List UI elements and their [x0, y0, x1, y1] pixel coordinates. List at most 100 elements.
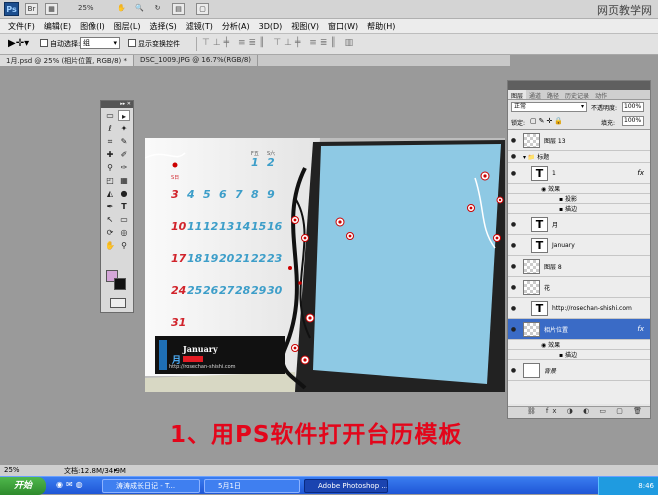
menu-3d[interactable]: 3D(D) — [259, 22, 283, 31]
rotate-view-icon[interactable]: ↻ — [151, 3, 164, 15]
layer-row[interactable]: ● 相片位置 fx — [508, 319, 650, 340]
3d-rotate-icon[interactable]: ⟳ — [104, 227, 116, 238]
tab-history[interactable]: 历史记录 — [562, 90, 592, 100]
document-canvas[interactable]: 1 2 3 4 5 6 7 8 9 10 11 12 13 14 15 16 17 18 19 20 21 22 23 24 2… — [145, 138, 505, 392]
screen-mode-icon[interactable]: ▢ — [196, 3, 209, 15]
eyedropper-icon[interactable]: ✎ — [118, 136, 130, 147]
visibility-eye-icon[interactable]: ● — [508, 170, 519, 177]
layer-row[interactable]: ● 图层 8 — [508, 256, 650, 277]
fx-icon[interactable]: fx — [637, 325, 644, 333]
menu-edit[interactable]: 编辑(E) — [44, 21, 71, 32]
brush-tool-icon[interactable]: ✐ — [118, 149, 130, 160]
show-transform-checkbox[interactable] — [128, 39, 136, 47]
lasso-tool-icon[interactable]: ℓ — [104, 123, 116, 134]
quick-mask-icon[interactable] — [110, 298, 126, 308]
calendar-day: 26 — [203, 284, 219, 297]
layer-row[interactable]: ▪ 描边 — [508, 204, 650, 214]
eraser-tool-icon[interactable]: ◰ — [104, 175, 116, 186]
align-buttons[interactable]: ⊤⊥╪ ≡≣║ ⊤⊥╪ ≡≣║ ▥ — [202, 38, 356, 48]
menu-analysis[interactable]: 分析(A) — [222, 21, 250, 32]
zoom-level-select[interactable]: 25% — [78, 4, 94, 12]
path-selection-icon[interactable]: ↖ — [104, 214, 116, 225]
tab-actions[interactable]: 动作 — [592, 90, 610, 100]
dodge-tool-icon[interactable]: ● — [118, 188, 130, 199]
tab-document-1[interactable]: 1月.psd @ 25% (相片位置, RGB/8) * — [0, 55, 134, 66]
menu-filter[interactable]: 滤镜(T) — [186, 21, 213, 32]
lock-icons[interactable]: ▢✎✛🔒 — [530, 117, 565, 125]
visibility-eye-icon[interactable]: ● — [508, 242, 519, 249]
layer-row[interactable]: ● T January — [508, 235, 650, 256]
blur-tool-icon[interactable]: ◭ — [104, 188, 116, 199]
healing-brush-icon[interactable]: ✚ — [104, 149, 116, 160]
menu-layer[interactable]: 图层(L) — [114, 21, 141, 32]
hand-tool-icon[interactable]: ✋ — [115, 3, 128, 15]
zoom-tool-icon[interactable]: 🔍 — [133, 3, 146, 15]
taskbar-item-blog[interactable]: 涛涛成长日记 - T... — [102, 479, 200, 493]
clone-stamp-icon[interactable]: ⚲ — [104, 162, 116, 173]
tools-panel-header[interactable]: ▸▸ ✕ — [101, 101, 133, 108]
tab-layers[interactable]: 图层 — [508, 90, 527, 100]
tab-channels[interactable]: 通道 — [526, 90, 544, 100]
fill-input[interactable]: 100% — [622, 116, 644, 126]
zoom-icon[interactable]: ⚲ — [118, 240, 130, 251]
history-brush-icon[interactable]: ✑ — [118, 162, 130, 173]
layer-row[interactable]: ● 图层 13 — [508, 130, 650, 151]
visibility-eye-icon[interactable]: ● — [508, 367, 519, 374]
menu-file[interactable]: 文件(F) — [8, 21, 35, 32]
auto-select-dropdown[interactable]: 组 ▾ — [80, 37, 120, 49]
menu-image[interactable]: 图像(I) — [80, 21, 105, 32]
auto-select-checkbox[interactable] — [40, 39, 48, 47]
view-extras-icon[interactable]: ▦ — [45, 3, 58, 15]
tutorial-caption: 1、用PS软件打开台历模板 — [170, 422, 463, 448]
layer-row[interactable]: ● Thttp://rosechan-shishi.com — [508, 298, 650, 319]
type-tool-icon[interactable]: T — [118, 201, 130, 212]
fx-icon[interactable]: fx — [637, 169, 644, 177]
visibility-eye-icon[interactable]: ● — [508, 221, 519, 228]
layer-row[interactable]: ◉ 效果 — [508, 184, 650, 194]
status-arrow-icon[interactable]: ▸ — [114, 466, 118, 474]
visibility-eye-icon[interactable]: ● — [508, 263, 519, 270]
menu-help[interactable]: 帮助(H) — [367, 21, 395, 32]
menu-select[interactable]: 选择(S) — [149, 21, 176, 32]
layer-row[interactable]: ● 花 — [508, 277, 650, 298]
taskbar-item-photoshop[interactable]: Adobe Photoshop ... — [304, 479, 388, 493]
tab-document-2[interactable]: DSC_1009.JPG @ 16.7%(RGB/8) — [134, 55, 259, 66]
hand-icon[interactable]: ✋ — [104, 240, 116, 251]
layers-panel-footer[interactable]: ⛓ fx ◑ ◐ ▭ ▢ 🗑 — [508, 406, 650, 418]
visibility-eye-icon[interactable]: ● — [508, 326, 519, 333]
quick-launch-icons[interactable]: ◉✉◍ — [56, 480, 86, 489]
gradient-tool-icon[interactable]: ▦ — [118, 175, 130, 186]
layers-panel-titlebar[interactable] — [508, 81, 650, 90]
menu-window[interactable]: 窗口(W) — [328, 21, 358, 32]
visibility-eye-icon[interactable]: ● — [508, 153, 519, 160]
crop-tool-icon[interactable]: ⌗ — [104, 136, 116, 147]
pen-tool-icon[interactable]: ✒ — [104, 201, 116, 212]
layer-row[interactable]: ● T 月 — [508, 214, 650, 235]
start-button[interactable]: 开始 — [0, 477, 46, 495]
rectangle-tool-icon[interactable]: ▭ — [118, 214, 130, 225]
arrange-documents-icon[interactable]: ▤ — [172, 3, 185, 15]
tab-paths[interactable]: 路径 — [544, 90, 562, 100]
status-zoom[interactable]: 25% — [4, 466, 20, 474]
layer-row[interactable]: ● T 1 fx — [508, 163, 650, 184]
layer-row[interactable]: ▪ 描边 — [508, 350, 650, 360]
3d-orbit-icon[interactable]: ◎ — [118, 227, 130, 238]
blend-mode-select[interactable]: 正常 ▾ — [511, 102, 587, 112]
layer-row[interactable]: ● 背景 — [508, 360, 650, 381]
magic-wand-icon[interactable]: ✦ — [118, 123, 130, 134]
menu-view[interactable]: 视图(V) — [291, 21, 319, 32]
visibility-eye-icon[interactable]: ● — [508, 305, 519, 312]
move-arrow-icon[interactable]: ▸ — [118, 110, 130, 121]
bridge-icon[interactable]: Br — [25, 3, 38, 15]
opacity-input[interactable]: 100% — [622, 102, 644, 112]
taskbar-item-folder[interactable]: 5月1日 — [204, 479, 300, 493]
layer-row[interactable]: ▪ 投影 — [508, 194, 650, 204]
visibility-eye-icon[interactable]: ● — [508, 137, 519, 144]
visibility-eye-icon[interactable]: ● — [508, 284, 519, 291]
move-tool-icon[interactable]: ▭ — [104, 110, 116, 121]
clock[interactable]: 8:46 — [638, 482, 654, 490]
move-tool-preset-icon[interactable]: ▶✛▾ — [8, 38, 29, 49]
background-color-swatch[interactable] — [114, 278, 126, 290]
layer-row[interactable]: ◉ 效果 — [508, 340, 650, 350]
layer-row[interactable]: ● ▾ 📁 标题 — [508, 151, 650, 163]
